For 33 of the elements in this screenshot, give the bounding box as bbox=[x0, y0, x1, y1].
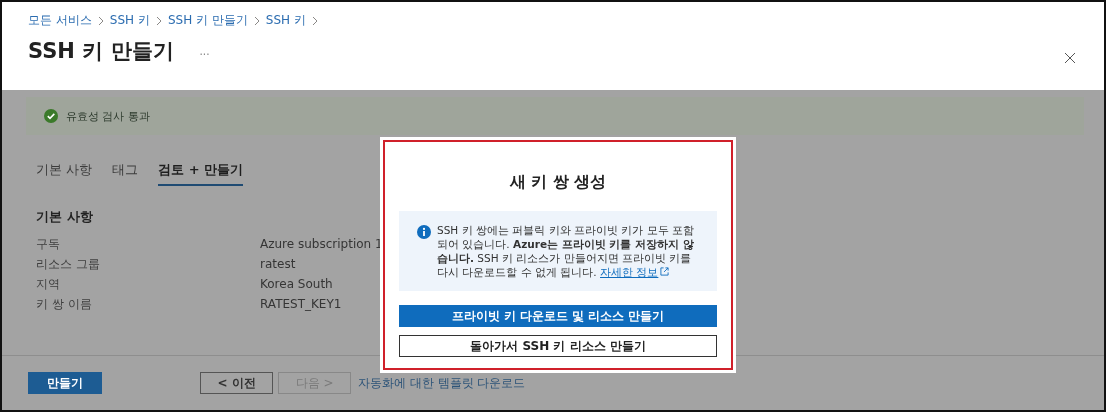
breadcrumb-link[interactable]: SSH 키 bbox=[109, 12, 150, 29]
field-label: 키 쌍 이름 bbox=[36, 295, 93, 313]
template-download-link[interactable]: 자동화에 대한 템플릿 다운로드 bbox=[358, 374, 526, 392]
dialog-title: 새 키 쌍 생성 bbox=[508, 172, 608, 193]
breadcrumb-link[interactable]: SSH 키 만들기 bbox=[167, 12, 248, 29]
breadcrumb-link[interactable]: 모든 서비스 bbox=[28, 12, 92, 29]
chevron-icon bbox=[97, 15, 104, 26]
chevron-icon bbox=[253, 15, 260, 26]
tab[interactable]: 검토 + 만들기 bbox=[158, 161, 244, 186]
section-heading: 기본 사항 bbox=[36, 208, 94, 226]
field-value: RATEST_KEY1 bbox=[260, 297, 342, 311]
field-label: 지역 bbox=[36, 275, 61, 293]
create-button[interactable]: 만들기 bbox=[28, 372, 102, 394]
tab[interactable]: 태그 bbox=[112, 161, 139, 186]
chevron-icon bbox=[155, 15, 162, 26]
back-button[interactable]: 돌아가서 SSH 키 리소스 만들기 bbox=[399, 335, 717, 357]
chevron-icon bbox=[311, 15, 318, 26]
field-label: 구독 bbox=[36, 235, 61, 253]
learn-more-link[interactable]: 자세한 정보 bbox=[600, 266, 670, 278]
field-value: Korea South bbox=[260, 277, 333, 291]
info-message: SSH 키 쌍에는 퍼블릭 키와 프라이빗 키가 모두 포함되어 있습니다. Azure는 프라이빗 키를 저장하지 않습니다. SSH 키 리소스가 만들어지면 프라이빗 키를 다시 다운로드할 수 없게 됩니다. 자세한 정보 bbox=[437, 223, 695, 279]
close-icon[interactable] bbox=[1064, 52, 1076, 64]
external-link-icon bbox=[660, 267, 670, 276]
previous-button[interactable]: < 이전 bbox=[200, 372, 273, 394]
breadcrumb-link[interactable]: SSH 키 bbox=[265, 12, 306, 29]
info-icon bbox=[417, 225, 431, 239]
validation-message: 유효성 검사 통과 bbox=[66, 108, 150, 124]
field-label: 리소스 그룹 bbox=[36, 255, 101, 273]
page-title: SSH 키 만들기 bbox=[28, 38, 174, 65]
field-value: ratest bbox=[260, 257, 296, 271]
more-button[interactable]: ... bbox=[197, 44, 212, 58]
tab[interactable]: 기본 사항 bbox=[36, 161, 93, 186]
download-create-button[interactable]: 프라이빗 키 다운로드 및 리소스 만들기 bbox=[399, 305, 717, 327]
